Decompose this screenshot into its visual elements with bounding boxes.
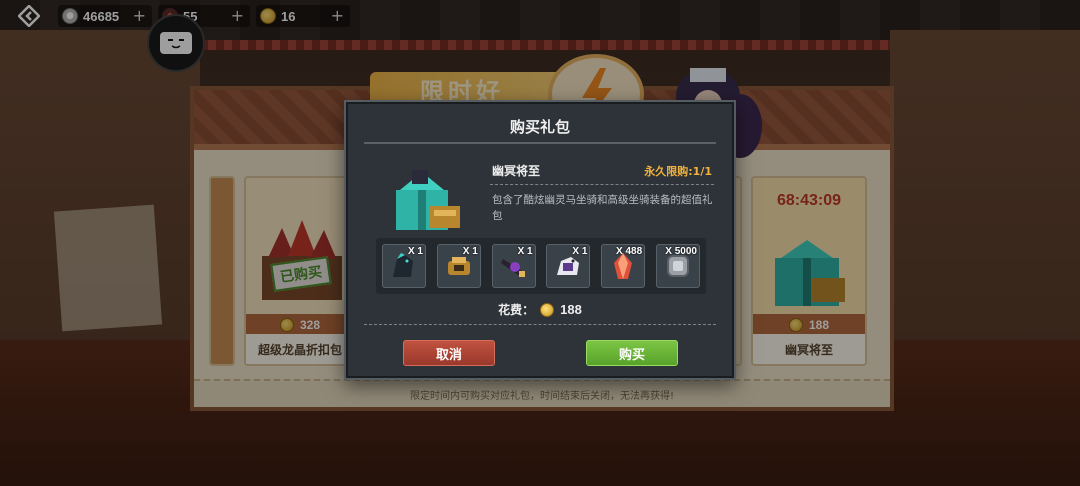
cost-row: 花费： 188: [346, 301, 734, 318]
package-description: 包含了酷炫幽灵马坐骑和高级坐骑装备的超值礼包: [492, 194, 713, 222]
package-name: 幽冥将至: [492, 164, 541, 178]
item-quantity: X 1: [407, 246, 423, 257]
divider: [490, 184, 714, 185]
purchase-dialog: 购买礼包 幽冥将至 永久限购:1/1 包含了酷炫幽灵马坐骑和高级坐骑装备的超值礼…: [344, 100, 736, 380]
divider: [364, 324, 716, 325]
item-quantity: X 1: [572, 246, 588, 257]
divider: [364, 142, 716, 144]
reward-item[interactable]: X 488: [601, 244, 646, 288]
purchase-limit: 永久限购:1/1: [644, 165, 712, 178]
item-quantity: X 488: [616, 246, 643, 257]
item-quantity: X 1: [462, 246, 478, 257]
item-quantity: X 1: [517, 246, 533, 257]
cost-label: 花费：: [498, 303, 535, 317]
cancel-button[interactable]: 取消: [403, 340, 495, 366]
reward-item[interactable]: X 1: [436, 244, 481, 288]
cost-value: 188: [560, 302, 582, 317]
reward-items: X 1 X 1 X 1 X 1 X 488 X 5000: [376, 238, 706, 294]
buy-button[interactable]: 购买: [586, 340, 678, 366]
item-quantity: X 5000: [665, 246, 697, 257]
reward-item[interactable]: X 1: [382, 244, 426, 288]
reward-item[interactable]: X 5000: [655, 244, 700, 288]
reward-item[interactable]: X 1: [491, 244, 536, 288]
package-image: [386, 164, 470, 236]
reward-item[interactable]: X 1: [546, 244, 591, 288]
gift-box-icon: [396, 170, 460, 230]
dialog-title: 购买礼包: [509, 118, 570, 136]
gold-coin-icon: [540, 302, 555, 317]
